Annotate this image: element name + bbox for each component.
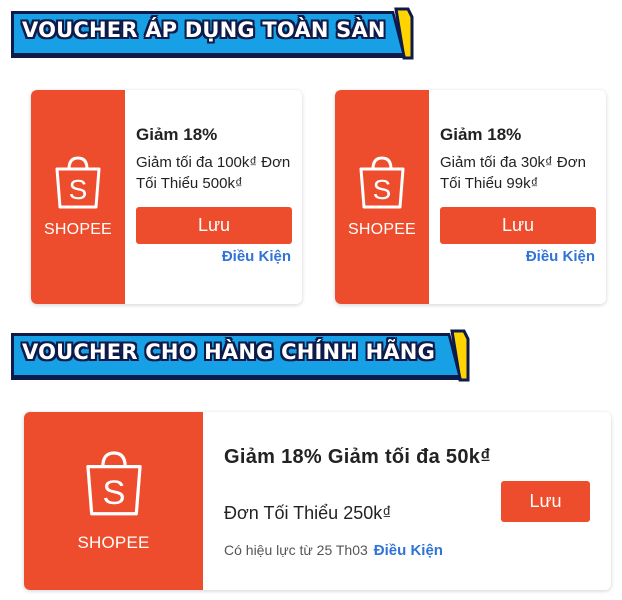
voucher-title: Giảm 18% — [136, 125, 218, 144]
section-title-all: VOUCHER ÁP DỤNG TOÀN SÀN — [22, 18, 386, 42]
save-voucher-button[interactable]: Lưu — [136, 207, 292, 244]
voucher-card: S SHOPEE Giảm 18% Giảm tối đa 30k₫ Đơn T… — [335, 90, 606, 304]
section-banner-all: VOUCHER ÁP DỤNG TOÀN SÀN — [8, 6, 414, 62]
conditions-link[interactable]: Điều Kiện — [374, 542, 443, 559]
conditions-link[interactable]: Điều Kiện — [526, 248, 595, 265]
shopping-bag-s-icon: S — [55, 156, 101, 209]
voucher-body: Giảm 18% Giảm tối đa 100k₫ Đơn Tối Thiểu… — [125, 90, 302, 304]
svg-text:S: S — [69, 174, 88, 205]
voucher-desc: Đơn Tối Thiểu 250k₫ — [224, 503, 392, 523]
voucher-stub: S SHOPEE — [24, 412, 203, 590]
voucher-body: Giảm 18% Giảm tối đa 50k₫ Đơn Tối Thiểu … — [203, 412, 611, 590]
voucher-card: S SHOPEE Giảm 18% Giảm tối đa 100k₫ Đơn … — [31, 90, 302, 304]
voucher-edge — [24, 414, 29, 588]
shopping-bag-s-icon: S — [85, 451, 142, 516]
voucher-validity: Có hiệu lực từ 25 Th03 Điều Kiện — [224, 542, 443, 559]
save-voucher-button[interactable]: Lưu — [440, 207, 596, 244]
conditions-link[interactable]: Điều Kiện — [222, 248, 291, 265]
svg-text:S: S — [373, 174, 392, 205]
voucher-desc: Giảm tối đa 100k₫ Đơn Tối Thiểu 500k₫ — [136, 154, 291, 192]
brand-name: SHOPEE — [348, 221, 416, 238]
shopping-bag-s-icon: S — [359, 156, 405, 209]
voucher-edge — [335, 92, 340, 302]
svg-text:S: S — [102, 474, 125, 512]
brand-name: SHOPEE — [77, 533, 150, 552]
voucher-desc: Giảm tối đa 30k₫ Đơn Tối Thiểu 99k₫ — [440, 154, 586, 192]
save-voucher-button[interactable]: Lưu — [501, 481, 590, 522]
section-title-brand: VOUCHER CHO HÀNG CHÍNH HÃNG — [22, 340, 436, 364]
voucher-body: Giảm 18% Giảm tối đa 30k₫ Đơn Tối Thiểu … — [429, 90, 606, 304]
voucher-stub: S SHOPEE — [31, 90, 125, 304]
voucher-card: S SHOPEE Giảm 18% Giảm tối đa 50k₫ Đơn T… — [24, 412, 611, 590]
validity-text: Có hiệu lực từ 25 Th03 — [224, 542, 368, 558]
brand-name: SHOPEE — [44, 221, 112, 238]
voucher-stub: S SHOPEE — [335, 90, 429, 304]
voucher-edge — [31, 92, 36, 302]
section-banner-brand: VOUCHER CHO HÀNG CHÍNH HÃNG — [8, 328, 470, 384]
voucher-title: Giảm 18% — [440, 125, 522, 144]
voucher-title: Giảm 18% Giảm tối đa 50k₫ — [224, 446, 491, 468]
